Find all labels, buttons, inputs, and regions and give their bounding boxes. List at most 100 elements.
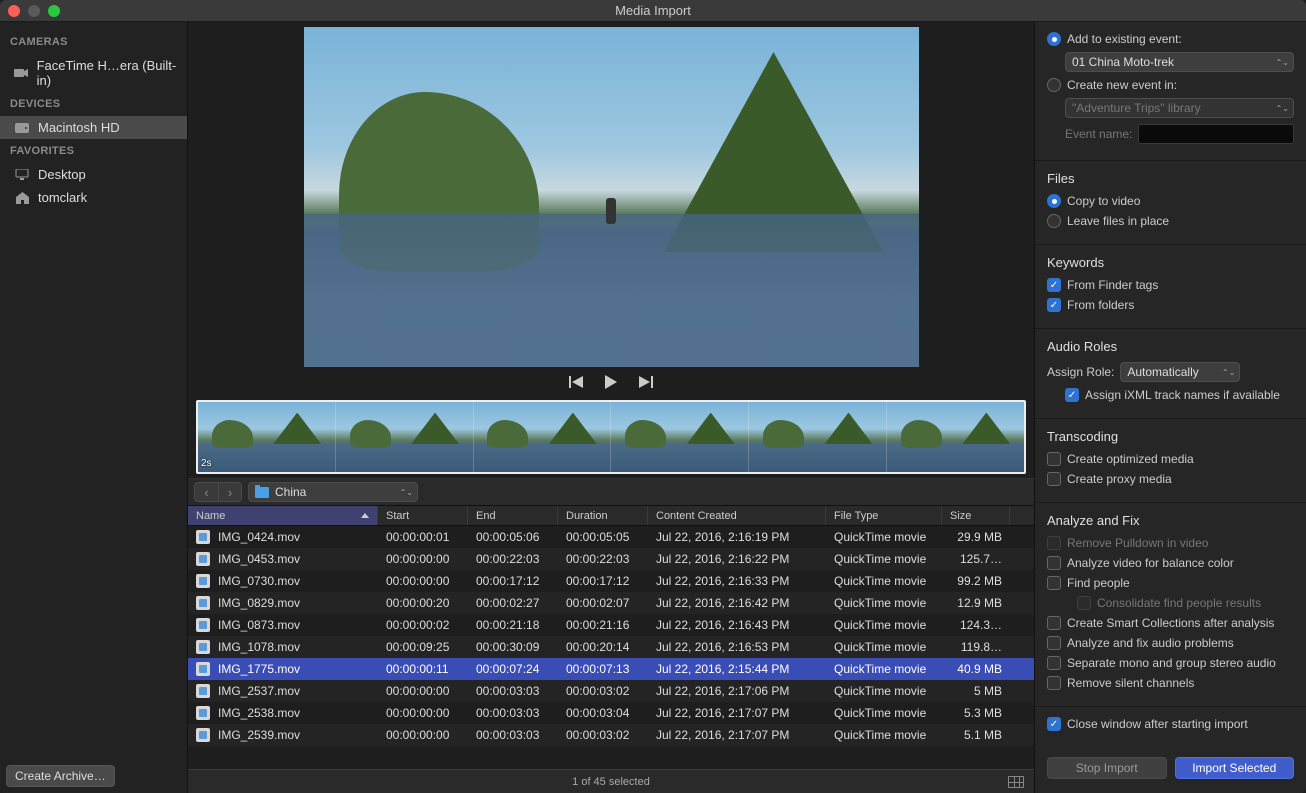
leave-in-place-radio[interactable] xyxy=(1047,214,1061,228)
mov-file-icon xyxy=(196,662,210,676)
table-row[interactable]: IMG_1775.mov00:00:00:1100:00:07:2400:00:… xyxy=(188,658,1034,680)
media-import-window: Media Import CAMERAS FaceTime H…era (Buil… xyxy=(0,0,1306,793)
col-duration[interactable]: Duration xyxy=(558,506,648,525)
create-archive-button[interactable]: Create Archive… xyxy=(6,765,115,787)
table-row[interactable]: IMG_2537.mov00:00:00:0000:00:03:0300:00:… xyxy=(188,680,1034,702)
consolidate-people-check xyxy=(1077,596,1091,610)
zoom-window-icon[interactable] xyxy=(48,5,60,17)
mov-file-icon xyxy=(196,574,210,588)
library-select: "Adventure Trips" library xyxy=(1065,98,1294,118)
table-row[interactable]: IMG_0424.mov00:00:00:0100:00:05:0600:00:… xyxy=(188,526,1034,548)
sidebar-header: DEVICES xyxy=(0,92,187,116)
sidebar-header: CAMERAS xyxy=(0,30,187,54)
sidebar-item-label: tomclark xyxy=(38,190,87,205)
window-title: Media Import xyxy=(615,3,691,18)
transport-controls xyxy=(188,368,1034,396)
selection-count: 1 of 45 selected xyxy=(572,776,650,788)
assign-role-select[interactable]: Automatically xyxy=(1120,362,1240,382)
sidebar-item-label: FaceTime H…era (Built-in) xyxy=(37,58,177,88)
nav-back-button[interactable]: ‹ xyxy=(194,482,218,502)
audio-roles-section-title: Audio Roles xyxy=(1047,339,1294,354)
existing-event-select[interactable]: 01 China Moto-trek xyxy=(1065,52,1294,72)
col-start[interactable]: Start xyxy=(378,506,468,525)
event-name-input xyxy=(1138,124,1294,144)
minimize-window-icon xyxy=(28,5,40,17)
analyze-section-title: Analyze and Fix xyxy=(1047,513,1294,528)
table-row[interactable]: IMG_0453.mov00:00:00:0000:00:22:0300:00:… xyxy=(188,548,1034,570)
table-row[interactable]: IMG_1078.mov00:00:09:2500:00:30:0900:00:… xyxy=(188,636,1034,658)
mov-file-icon xyxy=(196,618,210,632)
files-section-title: Files xyxy=(1047,171,1294,186)
import-options-pane: Add to existing event: 01 China Moto-tre… xyxy=(1034,22,1306,793)
import-selected-button[interactable]: Import Selected xyxy=(1175,757,1295,779)
mov-file-icon xyxy=(196,684,210,698)
col-size[interactable]: Size xyxy=(942,506,1010,525)
col-end[interactable]: End xyxy=(468,506,558,525)
smart-collections-check[interactable] xyxy=(1047,616,1061,630)
view-toggle-icon[interactable] xyxy=(1008,776,1024,788)
table-row[interactable]: IMG_2538.mov00:00:00:0000:00:03:0300:00:… xyxy=(188,702,1034,724)
fix-audio-check[interactable] xyxy=(1047,636,1061,650)
sidebar-item-label: Macintosh HD xyxy=(38,120,120,135)
sidebar-item-label: Desktop xyxy=(38,167,86,182)
mov-file-icon xyxy=(196,728,210,742)
sidebar-item[interactable]: tomclark xyxy=(0,186,187,209)
create-new-label: Create new event in: xyxy=(1067,78,1177,92)
transcoding-section-title: Transcoding xyxy=(1047,429,1294,444)
desktop-icon xyxy=(14,169,30,181)
proxy-media-check[interactable] xyxy=(1047,472,1061,486)
close-window-icon[interactable] xyxy=(8,5,20,17)
play-icon[interactable] xyxy=(605,375,617,389)
sidebar-item[interactable]: FaceTime H…era (Built-in) xyxy=(0,54,187,92)
camera-icon xyxy=(14,67,29,79)
titlebar[interactable]: Media Import xyxy=(0,0,1306,22)
remove-silent-check[interactable] xyxy=(1047,676,1061,690)
preview-image[interactable] xyxy=(304,27,919,367)
col-name[interactable]: Name xyxy=(188,506,378,525)
finder-tags-check[interactable] xyxy=(1047,278,1061,292)
mov-file-icon xyxy=(196,706,210,720)
table-row[interactable]: IMG_2539.mov00:00:00:0000:00:03:0300:00:… xyxy=(188,724,1034,746)
sidebar-item[interactable]: Desktop xyxy=(0,163,187,186)
table-row[interactable]: IMG_0873.mov00:00:00:0200:00:21:1800:00:… xyxy=(188,614,1034,636)
sidebar-header: FAVORITES xyxy=(0,139,187,163)
col-file-type[interactable]: File Type xyxy=(826,506,942,525)
table-row[interactable]: IMG_0829.mov00:00:00:2000:00:02:2700:00:… xyxy=(188,592,1034,614)
file-table: Name Start End Duration Content Created … xyxy=(188,506,1034,769)
from-folders-check[interactable] xyxy=(1047,298,1061,312)
home-icon xyxy=(14,192,30,204)
filmstrip[interactable]: 2s xyxy=(188,396,1034,478)
sidebar-item[interactable]: Macintosh HD xyxy=(0,116,187,139)
create-new-radio[interactable] xyxy=(1047,78,1061,92)
assign-role-label: Assign Role: xyxy=(1047,365,1114,379)
mov-file-icon xyxy=(196,530,210,544)
preview-area xyxy=(188,22,1034,368)
next-clip-icon[interactable] xyxy=(639,376,653,388)
mov-file-icon xyxy=(196,640,210,654)
status-bar: 1 of 45 selected xyxy=(188,769,1034,793)
event-name-label: Event name: xyxy=(1065,127,1132,141)
folder-select[interactable]: China xyxy=(248,482,418,502)
keywords-section-title: Keywords xyxy=(1047,255,1294,270)
path-bar: ‹ › China xyxy=(188,478,1034,506)
col-content-created[interactable]: Content Created xyxy=(648,506,826,525)
find-people-check[interactable] xyxy=(1047,576,1061,590)
separate-mono-check[interactable] xyxy=(1047,656,1061,670)
ixml-check[interactable] xyxy=(1065,388,1079,402)
close-window-check[interactable] xyxy=(1047,717,1061,731)
table-row[interactable]: IMG_0730.mov00:00:00:0000:00:17:1200:00:… xyxy=(188,570,1034,592)
folder-icon xyxy=(255,487,269,498)
folder-name: China xyxy=(275,485,306,499)
table-header: Name Start End Duration Content Created … xyxy=(188,506,1034,526)
copy-to-video-radio[interactable] xyxy=(1047,194,1061,208)
add-existing-radio[interactable] xyxy=(1047,32,1061,46)
optimized-media-check[interactable] xyxy=(1047,452,1061,466)
stop-import-button[interactable]: Stop Import xyxy=(1047,757,1167,779)
remove-pulldown-check xyxy=(1047,536,1061,550)
filmstrip-duration-label: 2s xyxy=(201,458,212,469)
previous-clip-icon[interactable] xyxy=(569,376,583,388)
nav-forward-button[interactable]: › xyxy=(218,482,242,502)
drive-icon xyxy=(14,122,30,134)
balance-color-check[interactable] xyxy=(1047,556,1061,570)
mov-file-icon xyxy=(196,552,210,566)
